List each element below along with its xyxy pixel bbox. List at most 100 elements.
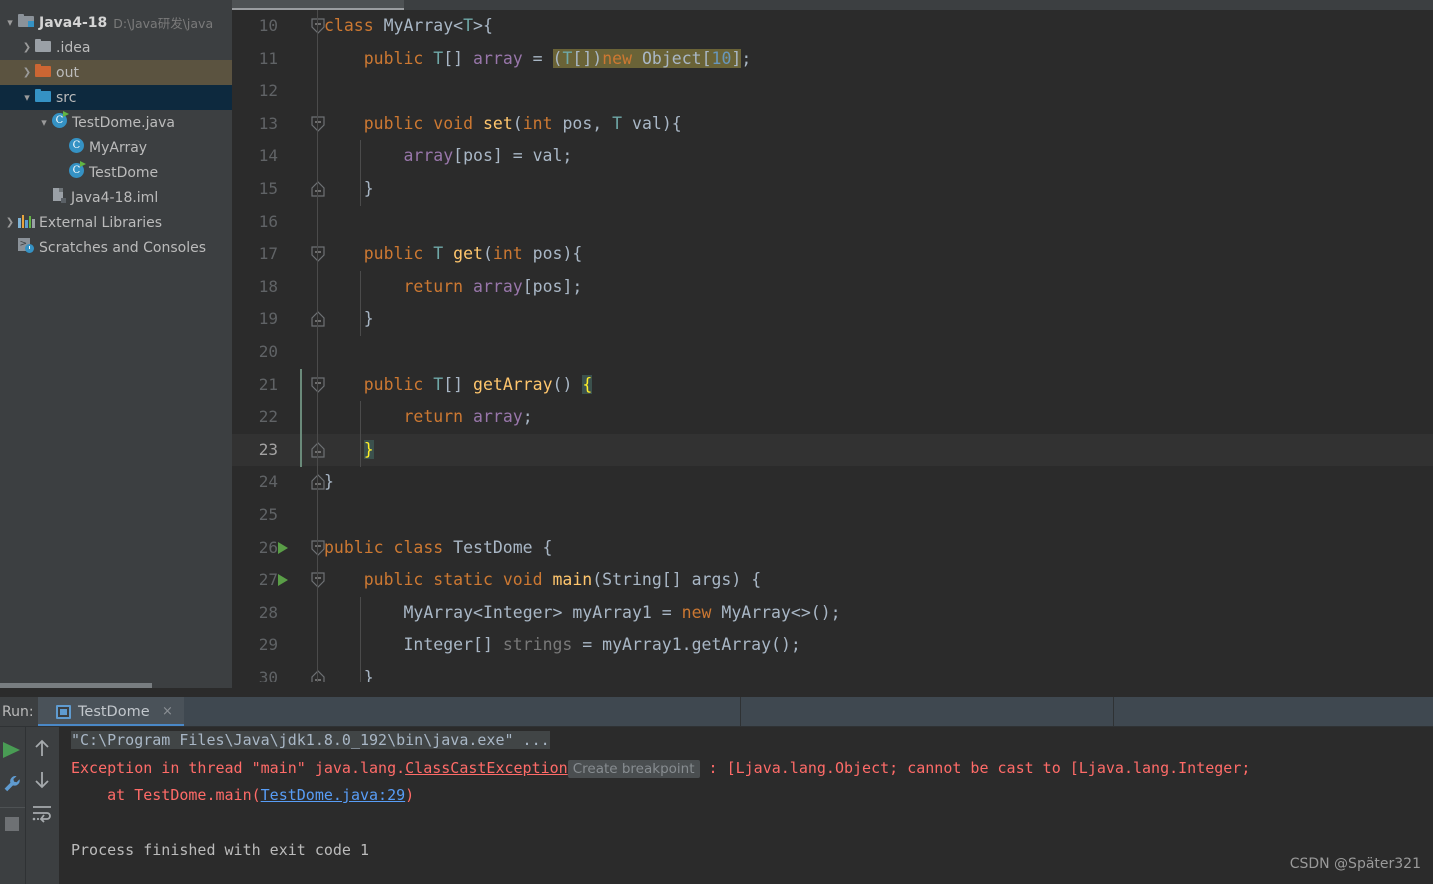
run-tab-label: TestDome [78, 704, 150, 720]
run-tool-window-header: Run: TestDome × [0, 697, 1433, 727]
code-token: ; [741, 48, 752, 68]
run-tool-window: Run: TestDome × "C:\Program Files\Java\j… [0, 697, 1433, 884]
code-token: >{ [473, 16, 493, 35]
rerun-button[interactable] [0, 739, 24, 761]
line-number: 27 [258, 570, 278, 590]
code-line[interactable]: 15 } [232, 172, 1433, 206]
toolbar-divider [0, 807, 25, 808]
fold-guide-line [317, 531, 318, 565]
project-tool-window[interactable]: ▾ Java4-18 D:\Java研发\java ❯ .idea ❯ out ▾ src ▾ C T… [0, 10, 232, 688]
tree-item-testdome[interactable]: C TestDome [0, 160, 232, 185]
chevron-down-icon[interactable]: ▾ [19, 91, 35, 104]
folder-icon [35, 39, 51, 56]
stacktrace-file-link[interactable]: TestDome.java:29 [261, 786, 406, 804]
code-text: } [324, 303, 374, 336]
code-line[interactable]: 26 public class TestDome { [232, 531, 1433, 565]
code-line[interactable]: 22 return array; [232, 401, 1433, 435]
code-text: return array[pos]; [324, 271, 582, 304]
exception-class-link[interactable]: ClassCastException [405, 759, 568, 777]
soft-wrap-button[interactable] [31, 803, 53, 823]
fold-guide-line [317, 238, 318, 272]
iml-file-icon [52, 188, 66, 207]
fold-guide-line [317, 172, 318, 206]
code-line[interactable]: 11 public T[] array = (T[])new Object[10… [232, 42, 1433, 76]
chevron-down-icon[interactable]: ▾ [36, 116, 52, 129]
code-token: return [403, 276, 474, 296]
line-number: 13 [258, 113, 278, 133]
code-line[interactable]: 10 class MyArray<T>{ [232, 10, 1433, 43]
code-line[interactable]: 30 } [232, 661, 1433, 682]
run-header-separator-1 [740, 697, 741, 727]
create-breakpoint-badge[interactable]: Create breakpoint [567, 759, 700, 778]
fold-guide-line [317, 466, 318, 500]
code-token: array [403, 146, 454, 166]
code-token: T [562, 48, 573, 68]
code-text: array[pos] = val; [324, 140, 572, 173]
tree-item-src[interactable]: ▾ src [0, 85, 232, 110]
run-tab-testdome[interactable]: TestDome × [38, 697, 184, 727]
code-text: public T[] getArray() { [324, 369, 593, 402]
code-line[interactable]: 27 public static void main(String[] args… [232, 564, 1433, 598]
code-line[interactable]: 18 return array[pos]; [232, 270, 1433, 304]
libraries-icon [18, 214, 35, 232]
close-icon[interactable]: × [162, 697, 173, 727]
console-output[interactable]: "C:\Program Files\Java\jdk1.8.0_192\bin\… [59, 727, 1433, 884]
tree-item-scratches-and-consoles[interactable]: >_ Scratches and Consoles [0, 235, 232, 260]
tree-item-myarray[interactable]: C MyArray [0, 135, 232, 160]
tree-item-label: out [56, 64, 79, 81]
code-line[interactable]: 16 [232, 205, 1433, 239]
down-button[interactable] [32, 769, 52, 791]
run-gutter-icon[interactable] [278, 541, 288, 554]
tree-item-label: Java4-18 [39, 14, 108, 31]
code-token: [ [701, 48, 712, 68]
code-line[interactable]: 24} [232, 466, 1433, 500]
ide-window: ▾ Java4-18 D:\Java研发\java ❯ .idea ❯ out ▾ src ▾ C T… [0, 0, 1433, 884]
folder-icon-blue [35, 89, 51, 106]
run-toolbar-secondary[interactable]: » [26, 727, 58, 884]
chevron-down-icon[interactable]: ▾ [2, 16, 18, 29]
project-tree[interactable]: ▾ Java4-18 D:\Java研发\java ❯ .idea ❯ out ▾ src ▾ C T… [0, 10, 232, 260]
line-number: 26 [258, 537, 278, 557]
code-line[interactable]: 13 public void set(int pos, T val){ [232, 107, 1433, 141]
code-line[interactable]: 25 [232, 498, 1433, 532]
code-token: public static void [363, 570, 553, 590]
code-line[interactable]: 19 } [232, 303, 1433, 337]
code-token: } [324, 667, 374, 682]
code-token: Integer[] [403, 635, 503, 655]
tree-item-testdome-java[interactable]: ▾ C TestDome.java [0, 110, 232, 135]
tree-item-label: MyArray [89, 139, 148, 156]
code-token: () [552, 374, 583, 394]
tree-item-out[interactable]: ❯ out [0, 60, 232, 85]
code-token: [] [443, 374, 474, 394]
code-line[interactable]: 20 [232, 335, 1433, 369]
code-editor[interactable]: 10 class MyArray<T>{11 public T[] array =… [232, 10, 1433, 682]
stop-button[interactable] [3, 815, 21, 833]
run-header-panel-2 [741, 697, 1113, 727]
tree-item-idea[interactable]: ❯ .idea [0, 35, 232, 60]
up-button[interactable] [32, 737, 52, 759]
code-line[interactable]: 29 Integer[] strings = myArray1.getArray… [232, 629, 1433, 663]
tree-item-external-libraries[interactable]: ❯ External Libraries [0, 210, 232, 235]
exception-message: : [Ljava.lang.Object; cannot be cast to … [699, 758, 1251, 777]
tree-item-java4-18[interactable]: ▾ Java4-18 D:\Java研发\java [0, 10, 232, 35]
settings-button[interactable] [2, 773, 24, 795]
code-token: array [473, 276, 523, 296]
code-line[interactable]: 21 public T[] getArray() { [232, 368, 1433, 402]
code-line[interactable]: 12 [232, 75, 1433, 109]
chevron-right-icon[interactable]: ❯ [19, 42, 35, 53]
code-line[interactable]: 23 } [232, 433, 1433, 467]
tree-item-java4-18-iml[interactable]: Java4-18.iml [0, 185, 232, 210]
code-token: { [582, 374, 593, 394]
run-toolbar-primary[interactable]: » [0, 727, 25, 884]
code-line[interactable]: 17 public T get(int pos){ [232, 238, 1433, 272]
code-token: ( [512, 113, 523, 133]
code-token: } [363, 439, 374, 459]
code-content[interactable]: 10 class MyArray<T>{11 public T[] array =… [232, 10, 1433, 682]
run-gutter-icon[interactable] [278, 574, 288, 587]
line-number: 22 [258, 407, 278, 427]
code-line[interactable]: 14 array[pos] = val; [232, 140, 1433, 174]
chevron-right-icon[interactable]: ❯ [19, 67, 35, 78]
editor-hscrollbar-thumb[interactable] [0, 683, 152, 688]
chevron-right-icon[interactable]: ❯ [2, 217, 18, 228]
code-line[interactable]: 28 MyArray<Integer> myArray1 = new MyArr… [232, 596, 1433, 630]
